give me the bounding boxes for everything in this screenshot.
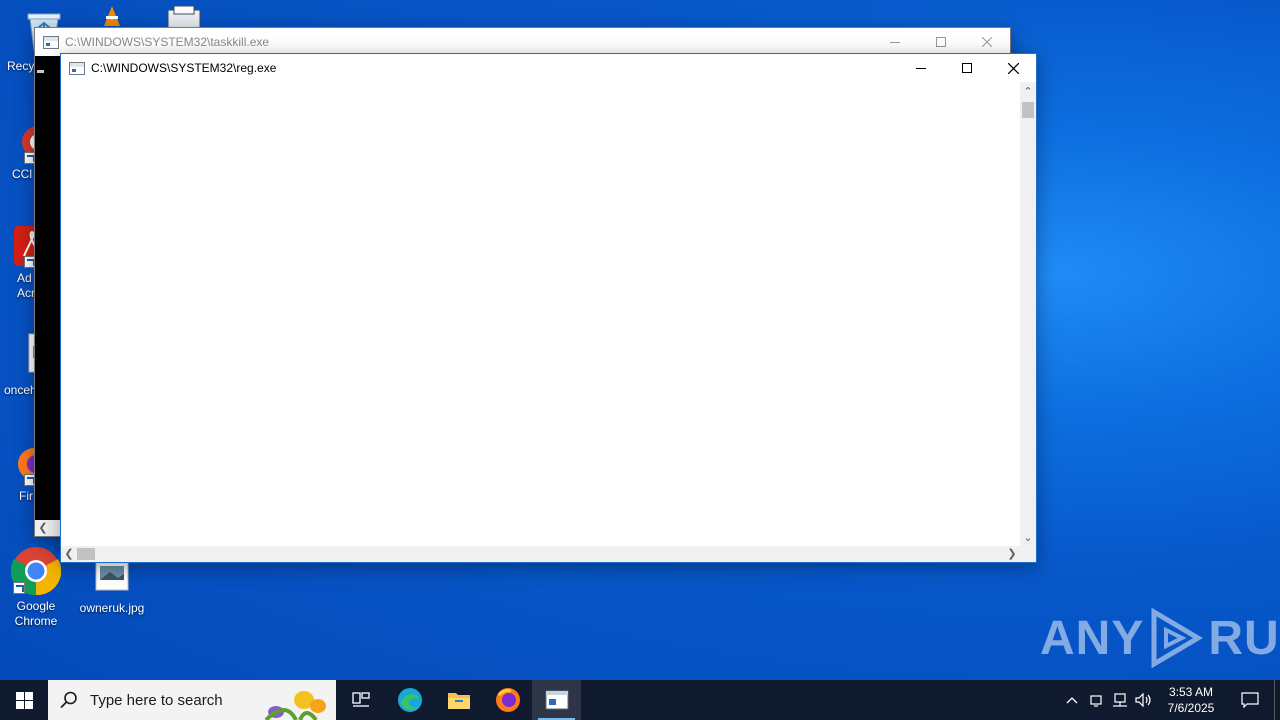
show-desktop-button[interactable] [1274,680,1280,720]
scroll-down-icon[interactable]: ⌄ [1020,530,1036,546]
maximize-button[interactable] [918,28,964,56]
action-center-button[interactable] [1226,680,1274,720]
task-view-icon [351,692,370,707]
windows-logo-icon [15,691,33,709]
horizontal-scrollbar[interactable]: ❮ ❯ [61,546,1020,562]
desktop-icon-label: owneruk.jpg [79,601,145,615]
network-icon [1113,693,1127,707]
close-icon [982,37,992,47]
taskbar: Type here to search 3:53 AM 7/6/2025 [0,680,1280,720]
tray-network-button[interactable] [1108,680,1132,720]
close-icon [1007,62,1019,74]
watermark-text-right: RUN [1208,611,1280,665]
reg-window[interactable]: C:\WINDOWS\SYSTEM32\reg.exe ⌃ ⌄ ❮ ❯ [60,53,1037,563]
minimize-icon [890,42,900,43]
desktop-icon-label: Google Chrome [14,599,58,628]
scroll-left-icon[interactable]: ❮ [61,546,77,562]
chevron-up-icon [1066,697,1078,704]
minimize-icon [916,68,926,69]
desktop: Recy CCl Ad Acr onceh Fir Google Chrome … [0,0,1280,680]
vlc-icon[interactable] [102,4,122,28]
maximize-button[interactable] [944,54,990,82]
taskbar-search-box[interactable]: Type here to search [48,680,336,720]
notification-icon [1241,692,1259,708]
start-button[interactable] [0,680,48,720]
console-icon [545,690,568,710]
window-title: C:\WINDOWS\SYSTEM32\reg.exe [91,61,277,75]
desktop-icon-owneruk[interactable]: owneruk.jpg [76,556,148,616]
scroll-right-icon[interactable]: ❯ [1004,546,1020,562]
vertical-scrollbar[interactable]: ⌃ ⌄ [1020,82,1036,546]
tray-device-button[interactable] [1084,680,1108,720]
clock-date: 7/6/2025 [1167,701,1215,715]
taskbar-clock[interactable]: 3:53 AM 7/6/2025 [1156,684,1226,716]
scroll-corner [1020,546,1036,562]
play-logo-icon [1151,608,1204,668]
show-hidden-icons-button[interactable] [1060,680,1084,720]
close-button[interactable] [964,28,1010,56]
console-window-icon [69,61,85,75]
minimize-button[interactable] [898,54,944,82]
search-icon [60,691,77,709]
flowers-decoration-icon [264,691,326,720]
window-title: C:\WINDOWS\SYSTEM32\taskkill.exe [65,35,270,49]
maximize-icon [962,63,972,73]
device-icon [1090,695,1102,707]
reg-titlebar[interactable]: C:\WINDOWS\SYSTEM32\reg.exe [61,54,1036,82]
console-window-icon [43,35,59,49]
close-button[interactable] [990,54,1036,82]
volume-icon [1135,693,1151,707]
watermark-text-left: ANY [1040,611,1145,665]
task-view-button[interactable] [336,680,385,720]
taskkill-titlebar[interactable]: C:\WINDOWS\SYSTEM32\taskkill.exe [35,28,1010,56]
scroll-up-icon[interactable]: ⌃ [1020,84,1036,100]
taskbar-file-explorer[interactable] [434,680,483,720]
scroll-thumb[interactable] [77,548,95,560]
tray-volume-button[interactable] [1132,680,1156,720]
maximize-icon [936,37,946,47]
clock-time: 3:53 AM [1168,685,1214,699]
taskbar-console[interactable] [532,680,581,720]
minimize-button[interactable] [872,28,918,56]
taskbar-edge[interactable] [385,680,434,720]
taskbar-firefox[interactable] [483,680,532,720]
anyrun-watermark: ANY RUN [1040,608,1280,668]
printer-icon[interactable] [164,4,204,28]
edge-icon [397,688,422,712]
scroll-thumb[interactable] [1022,102,1034,118]
firefox-icon [495,688,520,712]
file-explorer-icon [447,693,470,709]
console-content[interactable] [61,82,1020,546]
console-cursor [37,70,44,73]
shortcut-overlay-icon [13,582,25,594]
search-placeholder: Type here to search [90,691,223,709]
scroll-left-icon[interactable]: ❮ [35,520,51,536]
system-tray: 3:53 AM 7/6/2025 [1060,680,1280,720]
